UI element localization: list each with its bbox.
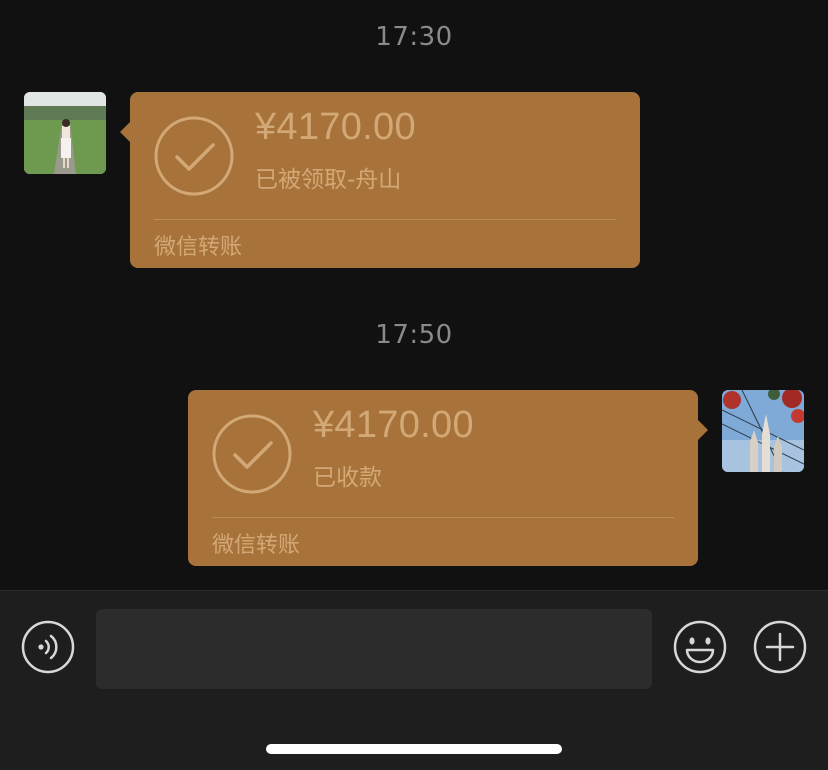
self-avatar[interactable] (722, 390, 804, 472)
transfer-status: 已被领取-舟山 (255, 167, 402, 193)
transfer-amount: ¥4170.00 (313, 404, 474, 446)
transfer-bubble-sent[interactable]: ¥4170.00 已收款 微信转账 (188, 390, 708, 566)
bubble-divider (212, 517, 674, 518)
message-input[interactable] (96, 609, 652, 689)
bubble-tail (120, 122, 130, 142)
bubble-divider (154, 219, 616, 220)
transfer-label: 微信转账 (212, 533, 301, 558)
timestamp: 17:50 (375, 320, 453, 350)
bubble-tail (698, 420, 708, 440)
plus-icon[interactable] (752, 619, 808, 675)
transfer-bubble-received[interactable]: ¥4170.00 已被领取-舟山 微信转账 (120, 92, 640, 268)
emoji-icon[interactable] (672, 619, 728, 675)
home-indicator[interactable] (266, 744, 562, 754)
voice-icon[interactable] (20, 619, 76, 675)
chat-screen: 17:30 ¥4170.00 已被领取-舟山 微信转账 17:50 ¥4170.… (0, 0, 828, 770)
transfer-status: 已收款 (313, 465, 382, 491)
contact-avatar[interactable] (24, 92, 106, 174)
transfer-label: 微信转账 (154, 235, 243, 260)
input-bar (0, 590, 828, 770)
timestamp: 17:30 (375, 22, 453, 52)
check-circle-icon (212, 414, 292, 494)
contact-avatar-image (24, 92, 106, 174)
check-circle-icon (154, 116, 234, 196)
transfer-amount: ¥4170.00 (255, 106, 416, 148)
self-avatar-image (722, 390, 804, 472)
